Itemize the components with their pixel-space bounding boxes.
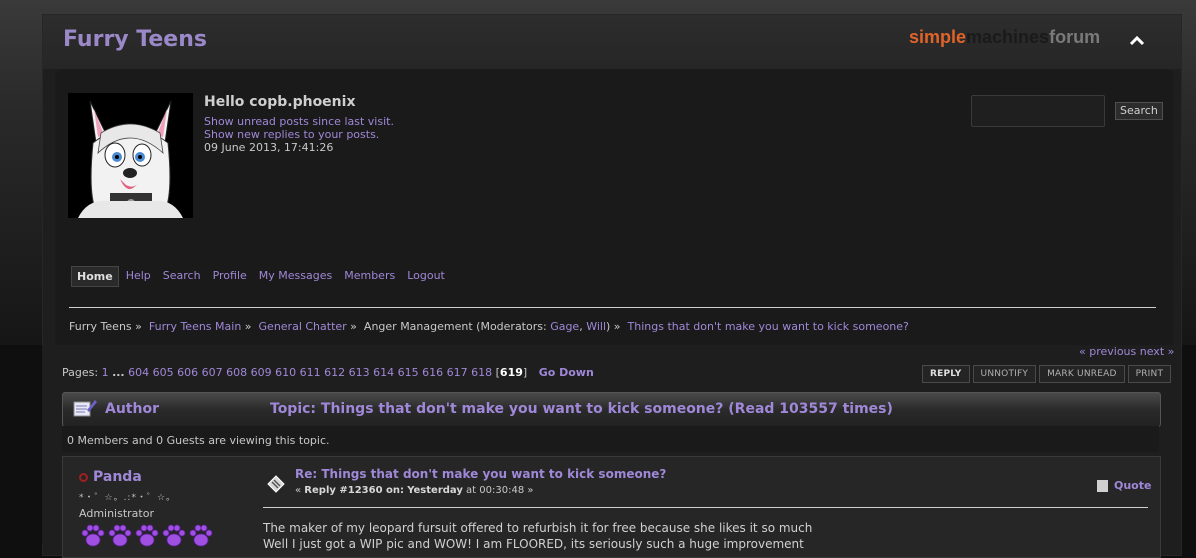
meta-prefix: «	[295, 485, 305, 496]
prev-next-nav: « previous next »	[1079, 345, 1174, 358]
topic-header-bar: Author Topic: Things that don't make you…	[62, 392, 1161, 427]
main-menu: Home Help Search Profile My Messages Mem…	[71, 266, 452, 287]
breadcrumb-forum[interactable]: Furry Teens	[69, 320, 132, 333]
paw-stars-icon	[81, 524, 213, 547]
logo-part-forum: forum	[1049, 27, 1101, 47]
pages-ellipsis[interactable]: ...	[112, 366, 125, 379]
user-greeting: Hello copb.phoenix	[204, 94, 356, 110]
post-xx-icon	[267, 475, 285, 493]
page-link[interactable]: 611	[300, 366, 321, 379]
post-time: at 00:30:48 »	[462, 485, 534, 496]
go-down-link[interactable]: Go Down	[539, 366, 594, 379]
moderators-suffix: )	[606, 320, 611, 333]
breadcrumb-topic[interactable]: Things that don't make you want to kick …	[628, 320, 909, 333]
next-topic-link[interactable]: next »	[1140, 345, 1175, 358]
user-links: Show unread posts since last visit. Show…	[204, 115, 394, 154]
menu-my-messages[interactable]: My Messages	[254, 266, 337, 285]
search-input[interactable]	[971, 95, 1105, 127]
pagination: Pages: 1 ... 604 605 606 607 608 609 610…	[62, 366, 594, 379]
topic-buttons: REPLY UNNOTIFY MARK UNREAD PRINT	[922, 365, 1172, 383]
mark-unread-button[interactable]: MARK UNREAD	[1039, 365, 1125, 383]
quote-icon	[1097, 480, 1108, 492]
page-link[interactable]: 618	[471, 366, 492, 379]
post-item: Panda *・゜☆。.:*・゜☆。 Administrator Re: Thi…	[62, 456, 1161, 558]
post-day: Yesterday	[407, 485, 463, 496]
menu-help[interactable]: Help	[121, 266, 156, 285]
rank-paws-icon	[79, 524, 219, 553]
menu-divider	[69, 307, 1156, 308]
menu-members[interactable]: Members	[339, 266, 400, 285]
post-subject[interactable]: Re: Things that don't make you want to k…	[295, 467, 666, 481]
breadcrumb: Furry Teens » Furry Teens Main » General…	[69, 320, 909, 333]
page-link[interactable]: 614	[373, 366, 394, 379]
print-button[interactable]: PRINT	[1127, 365, 1172, 383]
poster-name[interactable]: Panda	[79, 469, 142, 485]
post-divider	[263, 507, 1148, 508]
collapse-up-icon[interactable]	[1128, 33, 1146, 47]
moderators-prefix: (Moderators:	[476, 320, 547, 333]
current-page: 619	[499, 366, 523, 379]
offline-status-icon	[79, 472, 88, 482]
smf-logo[interactable]: simplemachinesforum	[909, 27, 1100, 48]
page-link[interactable]: 617	[447, 366, 468, 379]
avatar	[68, 93, 193, 218]
unnotify-button[interactable]: UNNOTIFY	[972, 365, 1037, 383]
header-bar: Furry Teens simplemachinesforum	[43, 15, 1181, 69]
topic-title: Topic: Things that don't make you want t…	[270, 401, 893, 417]
moderator-gage[interactable]: Gage	[550, 320, 579, 333]
current-datetime: 09 June 2013, 17:41:26	[204, 141, 334, 154]
unread-posts-link[interactable]: Show unread posts since last visit.	[204, 115, 394, 128]
pages-label: Pages:	[62, 366, 99, 379]
menu-search[interactable]: Search	[158, 266, 206, 285]
breadcrumb-subboard[interactable]: Anger Management	[364, 320, 473, 333]
breadcrumb-board[interactable]: General Chatter	[259, 320, 347, 333]
author-column-header: Author	[105, 401, 159, 417]
post-meta: « Reply #12360 on: Yesterday at 00:30:48…	[295, 485, 534, 496]
page-link[interactable]: 613	[349, 366, 370, 379]
quote-label: Quote	[1114, 479, 1152, 492]
quote-button[interactable]: Quote	[1097, 479, 1151, 492]
reply-number: Reply #12360 on:	[304, 485, 405, 496]
page-link[interactable]: 606	[177, 366, 198, 379]
logo-part-machines: machines	[966, 27, 1050, 47]
page-link[interactable]: 1	[102, 366, 109, 379]
page-link[interactable]: 609	[251, 366, 272, 379]
menu-profile[interactable]: Profile	[208, 266, 252, 285]
topic-content: « previous next » Pages: 1 ... 604 605 6…	[42, 345, 1180, 558]
logo-part-simple: simple	[909, 27, 967, 47]
page-link[interactable]: 612	[324, 366, 345, 379]
breadcrumb-category[interactable]: Furry Teens Main	[149, 320, 241, 333]
search-button[interactable]: Search	[1115, 102, 1163, 120]
poster-custom-title: *・゜☆。.:*・゜☆。	[79, 493, 177, 503]
previous-topic-link[interactable]: « previous	[1079, 345, 1136, 358]
page-link[interactable]: 604	[128, 366, 149, 379]
poster-rank: Administrator	[79, 507, 154, 520]
topic-edit-icon	[73, 400, 97, 417]
new-replies-link[interactable]: Show new replies to your posts.	[204, 128, 379, 141]
page-link[interactable]: 616	[422, 366, 443, 379]
post-body-line: The maker of my leopard fursuit offered …	[263, 521, 813, 535]
poster-name-label: Panda	[93, 469, 142, 485]
menu-home[interactable]: Home	[71, 266, 119, 287]
viewing-info: 0 Members and 0 Guests are viewing this …	[62, 426, 1159, 452]
page-link[interactable]: 607	[202, 366, 223, 379]
post-body: The maker of my leopard fursuit offered …	[263, 520, 812, 552]
reply-button[interactable]: REPLY	[922, 365, 970, 383]
page-link[interactable]: 610	[275, 366, 296, 379]
forum-title[interactable]: Furry Teens	[63, 27, 207, 52]
page-link[interactable]: 615	[398, 366, 419, 379]
page-link[interactable]: 608	[226, 366, 247, 379]
user-panel: Hello copb.phoenix Show unread posts sin…	[55, 69, 1173, 349]
menu-logout[interactable]: Logout	[402, 266, 450, 285]
moderator-will[interactable]: Will	[586, 320, 606, 333]
avatar-image	[68, 93, 193, 218]
page-link[interactable]: 605	[153, 366, 174, 379]
post-body-line: Well I just got a WIP pic and WOW! I am …	[263, 537, 804, 551]
